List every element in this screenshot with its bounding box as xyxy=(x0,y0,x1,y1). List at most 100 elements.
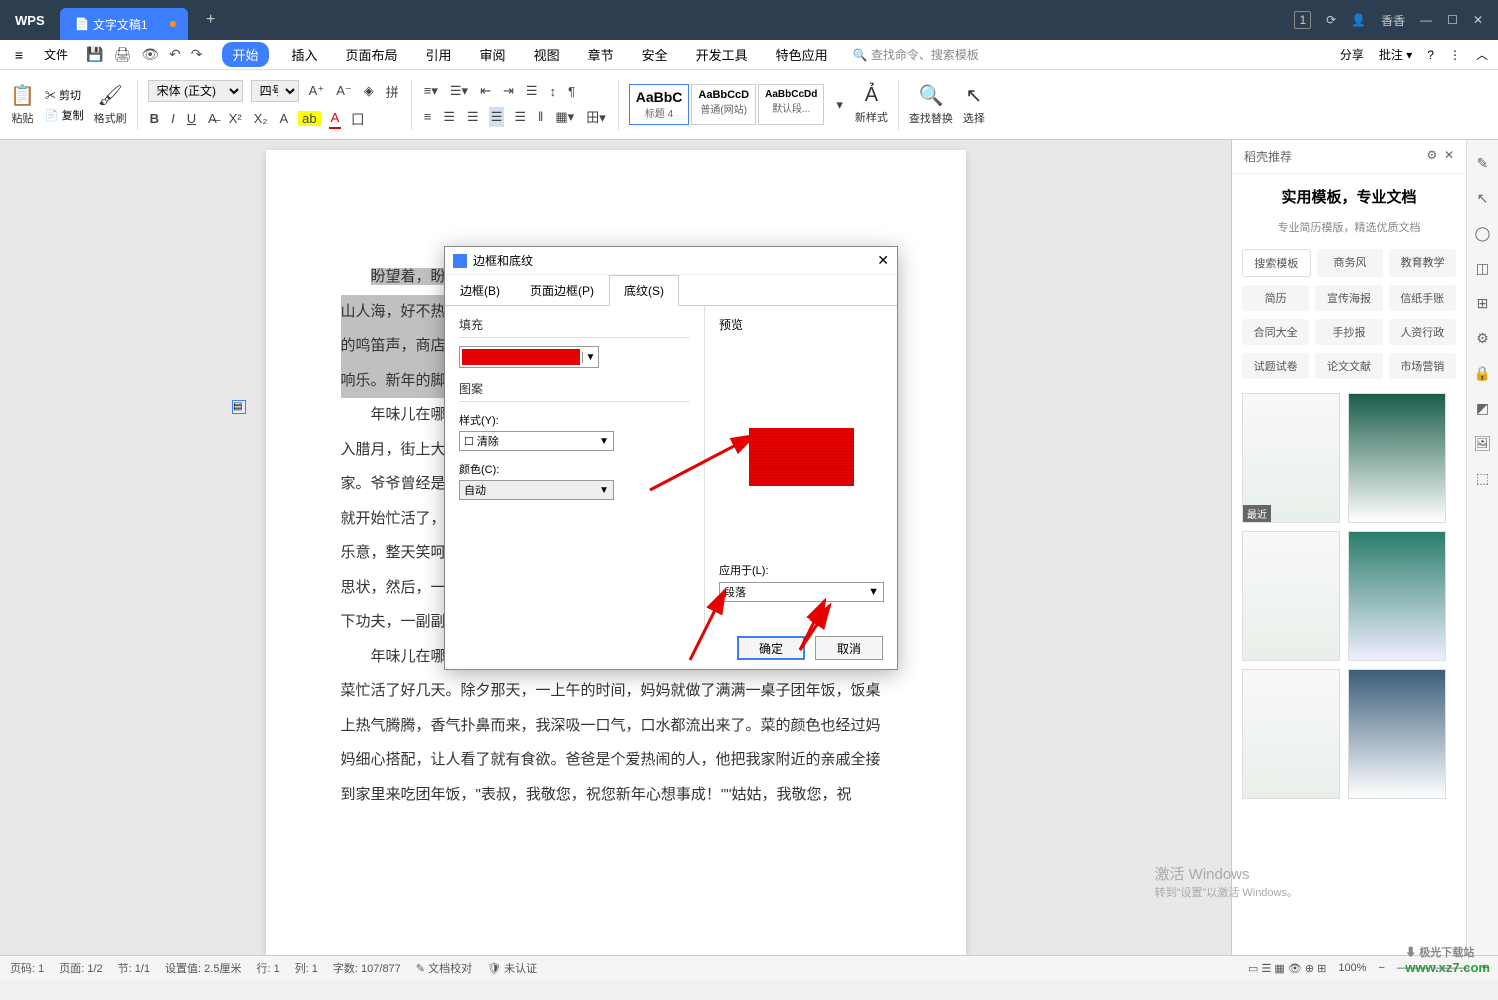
paragraph-options-icon[interactable]: ▤ xyxy=(232,400,246,414)
select-tool-icon[interactable]: ↖ xyxy=(1477,190,1489,207)
layer-tool-icon[interactable]: ◫ xyxy=(1476,260,1489,277)
highlight-icon[interactable]: ab xyxy=(298,111,320,126)
new-tab-button[interactable]: + xyxy=(196,5,226,35)
pinyin-icon[interactable]: 拼 xyxy=(384,80,401,103)
border-icon[interactable]: 田▾ xyxy=(584,105,608,128)
lineheight-icon[interactable]: ‖ xyxy=(536,107,545,126)
dialog-tab-shading[interactable]: 底纹(S) xyxy=(609,275,679,306)
font-name-select[interactable]: 宋体 (正文) xyxy=(148,80,243,102)
showmarks-icon[interactable]: ¶ xyxy=(566,82,577,101)
styles-more-icon[interactable]: ▾ xyxy=(834,95,845,115)
minimize-button[interactable]: — xyxy=(1420,13,1432,27)
print-icon[interactable]: 🖨 xyxy=(113,46,131,63)
newstyle-button[interactable]: Ả新样式 xyxy=(855,84,888,125)
tab-start[interactable]: 开始 xyxy=(222,42,268,67)
zoom-out-icon[interactable]: − xyxy=(1378,962,1384,974)
redo-icon[interactable]: ↷ xyxy=(191,46,203,63)
tab-devtools[interactable]: 开发工具 xyxy=(691,42,753,67)
undo-icon[interactable]: ↶ xyxy=(169,46,181,63)
align-center-icon[interactable]: ☰ xyxy=(441,107,457,127)
template-search[interactable]: 搜索模板 xyxy=(1242,249,1311,277)
dialog-tab-pageborder[interactable]: 页面边框(P) xyxy=(515,275,609,305)
formatpainter-button[interactable]: 🖌格式刷 xyxy=(94,83,127,126)
clear-format-icon[interactable]: ◈ xyxy=(362,81,376,101)
app-menu-icon[interactable]: ≡ xyxy=(10,47,28,63)
fill-color-select[interactable]: ▼ xyxy=(459,346,599,368)
bold-icon[interactable]: B xyxy=(148,109,161,128)
tab-security[interactable]: 安全 xyxy=(637,42,673,67)
save-icon[interactable]: 💾 xyxy=(86,46,103,63)
italic-icon[interactable]: I xyxy=(169,109,177,128)
collapse-icon[interactable]: ︿ xyxy=(1476,46,1488,63)
tab-section[interactable]: 章节 xyxy=(583,42,619,67)
tag-exam[interactable]: 试题试卷 xyxy=(1242,353,1309,379)
align-right-icon[interactable]: ☰ xyxy=(465,107,481,127)
distribute-icon[interactable]: ☰ xyxy=(512,107,528,127)
more-icon[interactable]: ⋮ xyxy=(1449,48,1461,62)
underline-icon[interactable]: U xyxy=(185,109,198,128)
shading-icon[interactable]: ▦▾ xyxy=(553,107,576,127)
fontcolor-icon[interactable]: A xyxy=(329,108,342,129)
sidepanel-close-icon[interactable]: ✕ xyxy=(1444,148,1454,162)
tag-paper[interactable]: 论文文献 xyxy=(1315,353,1382,379)
annotate-button[interactable]: 批注 ▾ xyxy=(1379,46,1412,63)
cut-button[interactable]: ✂ 剪切 xyxy=(45,87,84,103)
tag-business[interactable]: 商务风 xyxy=(1317,249,1384,277)
style-default[interactable]: AaBbCcDd默认段... xyxy=(758,84,824,125)
tag-market[interactable]: 市场营销 xyxy=(1389,353,1456,379)
close-button[interactable]: ✕ xyxy=(1473,13,1483,27)
template-item[interactable] xyxy=(1242,531,1340,661)
zoom-level[interactable]: 100% xyxy=(1338,962,1366,974)
template-item[interactable] xyxy=(1348,531,1446,661)
tag-hr[interactable]: 人资行政 xyxy=(1389,319,1456,345)
apply-select[interactable]: 段落▼ xyxy=(719,582,884,602)
sidepanel-settings-icon[interactable]: ⚙ xyxy=(1427,148,1438,162)
ok-button[interactable]: 确定 xyxy=(737,636,805,660)
numbering-icon[interactable]: ☰▾ xyxy=(448,81,470,101)
bullets-icon[interactable]: ≡▾ xyxy=(422,81,440,101)
tab-insert[interactable]: 插入 xyxy=(287,42,323,67)
paste-group[interactable]: 📋粘贴 xyxy=(10,83,35,126)
settings-tool-icon[interactable]: ⚙ xyxy=(1476,330,1489,347)
tab-pagelayout[interactable]: 页面布局 xyxy=(341,42,403,67)
sync-icon[interactable]: ⟳ xyxy=(1326,13,1336,27)
findreplace-button[interactable]: 🔍查找替换 xyxy=(909,83,953,126)
preview-icon[interactable]: 👁 xyxy=(141,46,159,63)
file-menu[interactable]: 文件 xyxy=(36,43,76,66)
template-item[interactable]: 最近 xyxy=(1242,393,1340,523)
tag-contract[interactable]: 合同大全 xyxy=(1242,319,1309,345)
share-button[interactable]: 分享 xyxy=(1340,46,1364,63)
indent-icon[interactable]: ⇥ xyxy=(501,81,516,101)
tag-education[interactable]: 教育教学 xyxy=(1389,249,1456,277)
status-words[interactable]: 字数: 107/877 xyxy=(333,960,401,976)
lock-tool-icon[interactable]: 🔒 xyxy=(1474,365,1491,382)
template-item[interactable] xyxy=(1348,393,1446,523)
cancel-button[interactable]: 取消 xyxy=(815,636,883,660)
align-left-icon[interactable]: ≡ xyxy=(422,107,434,126)
attach-tool-icon[interactable]: ◩ xyxy=(1476,400,1489,417)
textfx-icon[interactable]: A xyxy=(277,109,290,128)
tag-handcopy[interactable]: 手抄报 xyxy=(1315,319,1382,345)
status-verify[interactable]: 🛡 未认证 xyxy=(487,960,537,976)
outdent-icon[interactable]: ⇤ xyxy=(478,81,493,101)
pattern-color-select[interactable]: 自动▼ xyxy=(459,480,614,500)
tab-reference[interactable]: 引用 xyxy=(421,42,457,67)
linespacing-icon[interactable]: ☰ xyxy=(524,81,540,101)
status-proof[interactable]: ✎ 文档校对 xyxy=(416,960,472,976)
template-item[interactable] xyxy=(1348,669,1446,799)
subscript-icon[interactable]: X₂ xyxy=(252,109,270,128)
maximize-button[interactable]: ☐ xyxy=(1447,13,1458,27)
document-tab[interactable]: 📄 文字文稿1 xyxy=(60,8,188,40)
strike-icon[interactable]: A̶ xyxy=(206,109,219,128)
dialog-tab-border[interactable]: 边框(B) xyxy=(445,275,515,305)
cube-tool-icon[interactable]: ⬚ xyxy=(1476,470,1489,487)
style-heading4[interactable]: AaBbC标题 4 xyxy=(629,84,690,125)
tag-poster[interactable]: 宣传海报 xyxy=(1315,285,1382,311)
help-icon[interactable]: ? xyxy=(1427,48,1434,62)
tab-review[interactable]: 审阅 xyxy=(475,42,511,67)
search-box[interactable]: 🔍 查找命令、搜索模板 xyxy=(853,46,979,63)
superscript-icon[interactable]: X² xyxy=(227,109,244,128)
increase-font-icon[interactable]: A⁺ xyxy=(307,81,327,101)
copy-button[interactable]: 📄 复制 xyxy=(45,107,84,123)
status-pages[interactable]: 页面: 1/2 xyxy=(59,960,102,976)
